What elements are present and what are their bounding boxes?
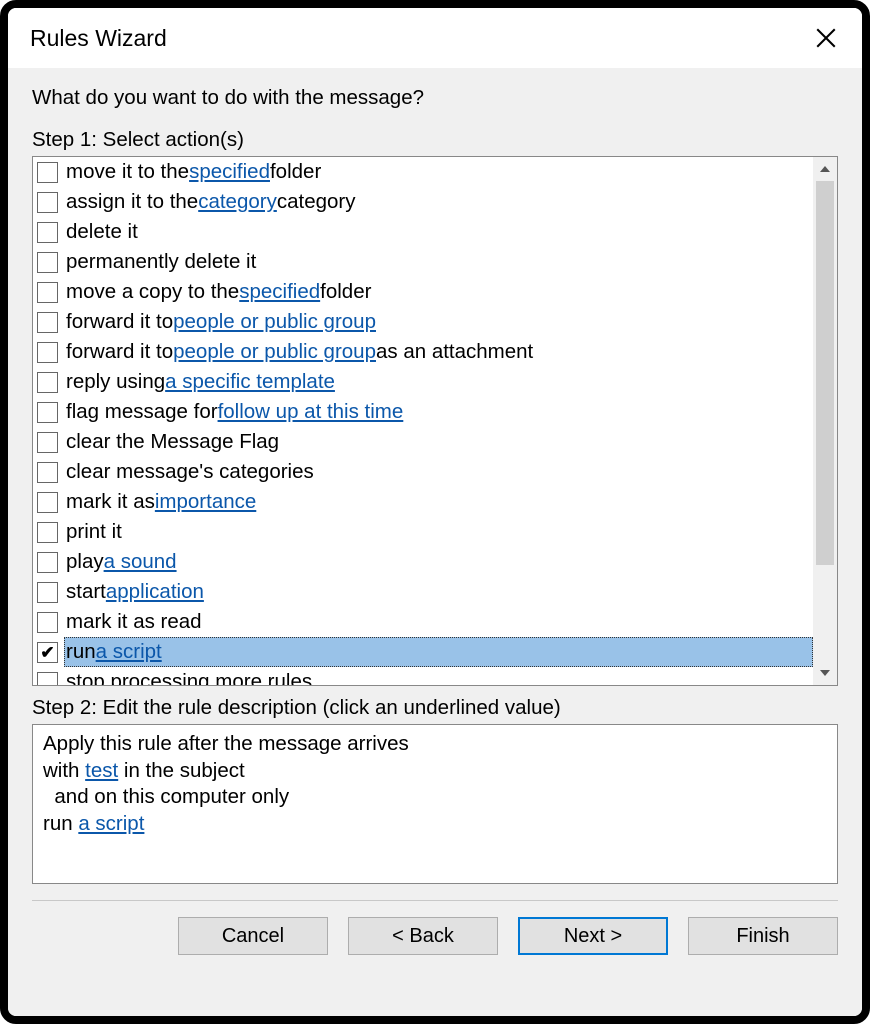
action-checkbox[interactable] xyxy=(37,372,58,393)
action-row[interactable]: assign it to the category category xyxy=(33,187,813,217)
button-row: Cancel < Back Next > Finish xyxy=(32,917,838,973)
action-label[interactable]: clear message's categories xyxy=(64,457,813,487)
action-checkbox[interactable] xyxy=(37,192,58,213)
description-link[interactable]: a script xyxy=(78,812,144,835)
action-checkbox[interactable] xyxy=(37,282,58,303)
action-label[interactable]: assign it to the category category xyxy=(64,187,813,217)
action-link[interactable]: category xyxy=(198,190,277,214)
action-checkbox[interactable] xyxy=(37,162,58,183)
action-row[interactable]: flag message for follow up at this time xyxy=(33,397,813,427)
description-link[interactable]: test xyxy=(85,759,118,782)
action-link[interactable]: a specific template xyxy=(165,370,335,394)
action-checkbox[interactable] xyxy=(37,312,58,333)
titlebar: Rules Wizard xyxy=(8,8,862,68)
action-checkbox[interactable] xyxy=(37,462,58,483)
action-link[interactable]: a sound xyxy=(104,550,177,574)
scroll-down-button[interactable] xyxy=(813,661,837,685)
action-link[interactable]: importance xyxy=(155,490,256,514)
action-link[interactable]: specified xyxy=(239,280,320,304)
action-row[interactable]: move it to the specified folder xyxy=(33,157,813,187)
close-button[interactable] xyxy=(806,18,846,58)
chevron-up-icon xyxy=(820,166,830,172)
action-label[interactable]: permanently delete it xyxy=(64,247,813,277)
action-row[interactable]: clear message's categories xyxy=(33,457,813,487)
action-row[interactable]: delete it xyxy=(33,217,813,247)
scroll-up-button[interactable] xyxy=(813,157,837,181)
chevron-down-icon xyxy=(820,670,830,676)
action-row[interactable]: run a script xyxy=(33,637,813,667)
action-checkbox[interactable] xyxy=(37,222,58,243)
step2-label: Step 2: Edit the rule description (click… xyxy=(32,696,838,720)
finish-button[interactable]: Finish xyxy=(688,917,838,955)
next-button[interactable]: Next > xyxy=(518,917,668,955)
action-row[interactable]: forward it to people or public group as … xyxy=(33,337,813,367)
action-label[interactable]: reply using a specific template xyxy=(64,367,813,397)
step1-label: Step 1: Select action(s) xyxy=(32,128,838,152)
back-button[interactable]: < Back xyxy=(348,917,498,955)
action-label[interactable]: clear the Message Flag xyxy=(64,427,813,457)
action-checkbox[interactable] xyxy=(37,252,58,273)
action-label[interactable]: play a sound xyxy=(64,547,813,577)
action-checkbox[interactable] xyxy=(37,432,58,453)
action-row[interactable]: clear the Message Flag xyxy=(33,427,813,457)
action-checkbox[interactable] xyxy=(37,642,58,663)
action-label[interactable]: mark it as read xyxy=(64,607,813,637)
close-icon xyxy=(816,28,836,48)
rule-description-box[interactable]: Apply this rule after the message arrive… xyxy=(32,724,838,884)
action-label[interactable]: mark it as importance xyxy=(64,487,813,517)
scroll-track[interactable] xyxy=(813,181,837,661)
action-label[interactable]: stop processing more rules xyxy=(64,667,813,685)
action-label[interactable]: start application xyxy=(64,577,813,607)
action-row[interactable]: move a copy to the specified folder xyxy=(33,277,813,307)
action-row[interactable]: mark it as importance xyxy=(33,487,813,517)
action-link[interactable]: application xyxy=(106,580,204,604)
divider xyxy=(32,900,838,901)
action-link[interactable]: specified xyxy=(189,160,270,184)
description-line: and on this computer only xyxy=(43,784,827,811)
action-label[interactable]: run a script xyxy=(64,637,813,667)
action-row[interactable]: forward it to people or public group xyxy=(33,307,813,337)
action-checkbox[interactable] xyxy=(37,342,58,363)
action-label[interactable]: forward it to people or public group as … xyxy=(64,337,813,367)
action-row[interactable]: play a sound xyxy=(33,547,813,577)
description-line: Apply this rule after the message arrive… xyxy=(43,731,827,758)
action-row[interactable]: stop processing more rules xyxy=(33,667,813,685)
scrollbar[interactable] xyxy=(813,157,837,685)
dialog-body: What do you want to do with the message?… xyxy=(8,68,862,1016)
description-line: with test in the subject xyxy=(43,758,827,785)
action-checkbox[interactable] xyxy=(37,522,58,543)
action-checkbox[interactable] xyxy=(37,402,58,423)
action-checkbox[interactable] xyxy=(37,582,58,603)
dialog-title: Rules Wizard xyxy=(30,25,167,52)
action-checkbox[interactable] xyxy=(37,612,58,633)
action-checkbox[interactable] xyxy=(37,672,58,686)
action-link[interactable]: people or public group xyxy=(173,310,376,334)
prompt-text: What do you want to do with the message? xyxy=(32,86,838,110)
action-label[interactable]: flag message for follow up at this time xyxy=(64,397,813,427)
description-line: run a script xyxy=(43,811,827,838)
scroll-thumb[interactable] xyxy=(816,181,834,565)
action-row[interactable]: permanently delete it xyxy=(33,247,813,277)
action-label[interactable]: forward it to people or public group xyxy=(64,307,813,337)
action-label[interactable]: print it xyxy=(64,517,813,547)
action-label[interactable]: delete it xyxy=(64,217,813,247)
cancel-button[interactable]: Cancel xyxy=(178,917,328,955)
action-row[interactable]: reply using a specific template xyxy=(33,367,813,397)
actions-listbox: move it to the specified folderassign it… xyxy=(32,156,838,686)
action-link[interactable]: follow up at this time xyxy=(218,400,404,424)
action-label[interactable]: move it to the specified folder xyxy=(64,157,813,187)
action-link[interactable]: people or public group xyxy=(173,340,376,364)
action-checkbox[interactable] xyxy=(37,492,58,513)
action-row[interactable]: print it xyxy=(33,517,813,547)
action-label[interactable]: move a copy to the specified folder xyxy=(64,277,813,307)
action-row[interactable]: mark it as read xyxy=(33,607,813,637)
actions-list[interactable]: move it to the specified folderassign it… xyxy=(33,157,813,685)
action-checkbox[interactable] xyxy=(37,552,58,573)
dialog-window: Rules Wizard What do you want to do with… xyxy=(0,0,870,1024)
action-row[interactable]: start application xyxy=(33,577,813,607)
action-link[interactable]: a script xyxy=(96,640,162,664)
